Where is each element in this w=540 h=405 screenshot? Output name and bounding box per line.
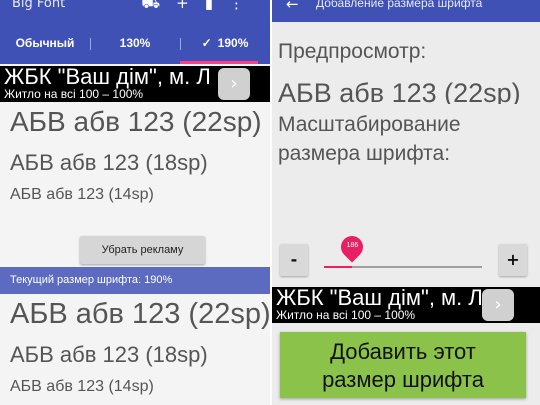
tab-indicator — [180, 61, 258, 64]
font-size-tabs: Обычный 130% ✓ 190% — [0, 22, 270, 64]
main-screen: Big Font ⛟+▮⋮ Обычный 130% ✓ 190% ЖБК "Ва… — [0, 0, 270, 405]
decrease-button[interactable]: - — [280, 244, 308, 276]
add-icon[interactable]: + — [176, 0, 205, 12]
preview-18sp-bottom: АБВ абв 123 (18sp) — [10, 342, 208, 367]
preview-22sp: АБВ абв 123 (22sp) — [10, 106, 262, 137]
add-button-line1: Добавить этот — [330, 339, 476, 364]
tab-label: 130% — [119, 36, 151, 50]
preview-14sp-bottom: АБВ абв 123 (14sp) — [10, 378, 154, 395]
app-title: Big Font — [12, 0, 66, 11]
add-font-size-screen: ← Добавление размера шрифта Предпросмотр… — [272, 0, 540, 405]
screen-title: Добавление размера шрифта — [316, 0, 483, 10]
ad-subline: Житло на всі 100 – 100% — [276, 308, 416, 322]
more-icon[interactable]: ⋮ — [229, 0, 260, 12]
tab-normal[interactable]: Обычный — [0, 22, 90, 64]
app-bar: ← Добавление размера шрифта — [272, 0, 540, 22]
ad-subline: Житло на всі 100 – 100% — [4, 87, 144, 101]
add-button-line2: размер шрифта — [322, 367, 484, 392]
scale-label-line2: размера шрифта: — [278, 142, 451, 165]
tab-130[interactable]: 130% — [90, 22, 180, 64]
preview-sample: АБВ абв 123 (22sp) — [278, 78, 521, 104]
tab-label: Обычный — [15, 36, 75, 50]
current-size-bar: Текущий размер шрифта: 190% — [0, 267, 270, 294]
tab-label: 190% — [217, 36, 249, 50]
ad-banner[interactable]: ЖБК "Ваш дім", м. Л Житло на всі 100 – 1… — [0, 66, 270, 102]
preview-label: Предпросмотр: — [278, 40, 427, 63]
add-font-size-button[interactable]: Добавить этот размер шрифта — [280, 332, 526, 398]
app-bar-actions: ⛟+▮⋮ — [141, 0, 260, 14]
increase-button[interactable]: + — [499, 244, 527, 276]
slider-fill — [324, 266, 353, 268]
slider-value: 186 — [346, 242, 359, 249]
scale-label-line1: Масштабирование — [278, 113, 461, 136]
check-icon: ✓ — [201, 36, 212, 50]
remove-ads-button[interactable]: Убрать рекламу — [80, 236, 205, 264]
ad-arrow-icon[interactable]: › — [482, 289, 514, 321]
back-arrow-icon[interactable]: ← — [286, 0, 299, 13]
tab-190[interactable]: ✓ 190% — [180, 22, 270, 64]
preview-18sp: АБВ абв 123 (18sp) — [10, 150, 208, 175]
ad-banner[interactable]: ЖБК "Ваш дім", м. Л Житло на всі 100 – 1… — [272, 287, 540, 323]
app-bar: Big Font ⛟+▮⋮ — [0, 0, 270, 22]
preview-14sp: АБВ абв 123 (14sp) — [10, 186, 154, 203]
size-slider[interactable] — [324, 266, 482, 268]
cart-icon[interactable]: ⛟ — [141, 0, 176, 12]
bookmark-icon[interactable]: ▮ — [205, 0, 229, 12]
preview-22sp-bottom: АБВ абв 123 (22sp) — [10, 298, 270, 330]
ad-arrow-icon[interactable]: › — [218, 68, 250, 100]
